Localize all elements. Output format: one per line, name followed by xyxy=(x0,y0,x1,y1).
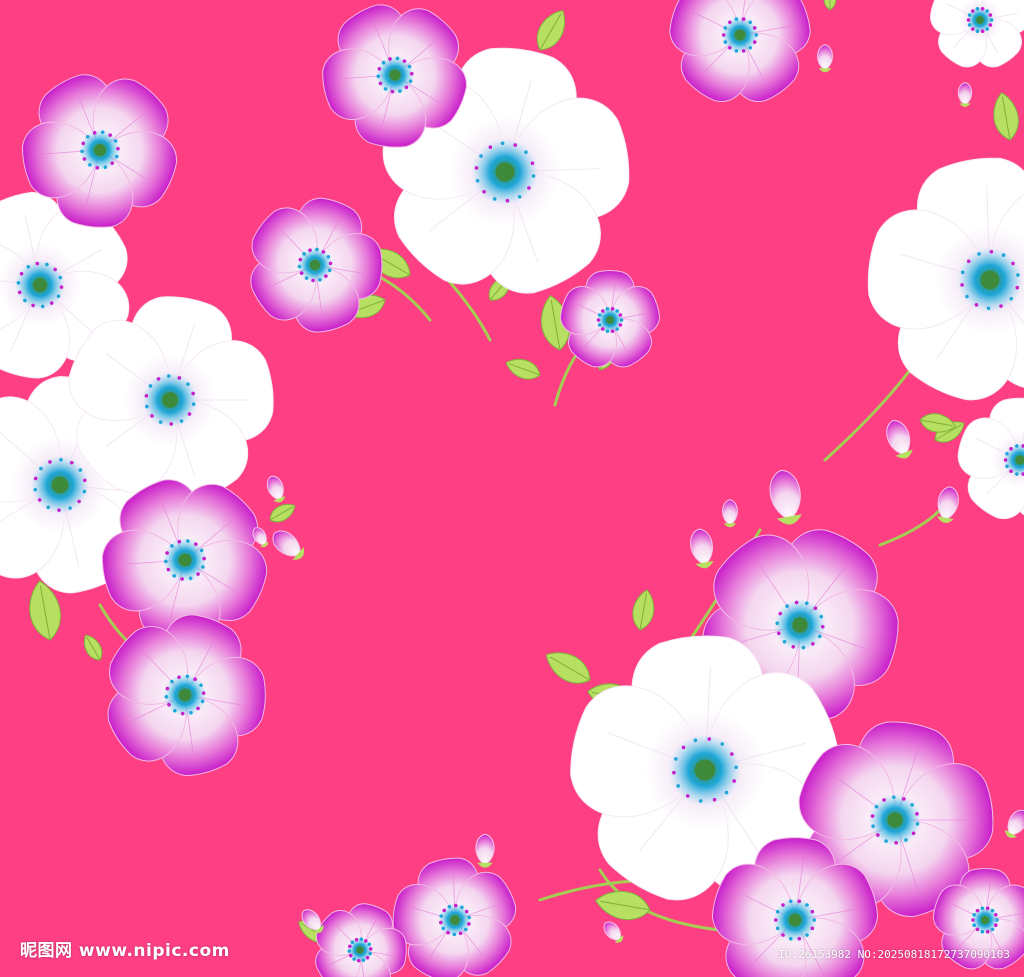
watermark-site: 昵图网 www.nipic.com xyxy=(20,941,230,961)
floral-pattern-image: 昵图网 www.nipic.com ID:26153982 NO:2025081… xyxy=(0,0,1024,977)
floral-artwork xyxy=(0,0,1024,977)
watermark-id: ID:26153982 NO:20250818172737090103 xyxy=(778,948,1010,961)
